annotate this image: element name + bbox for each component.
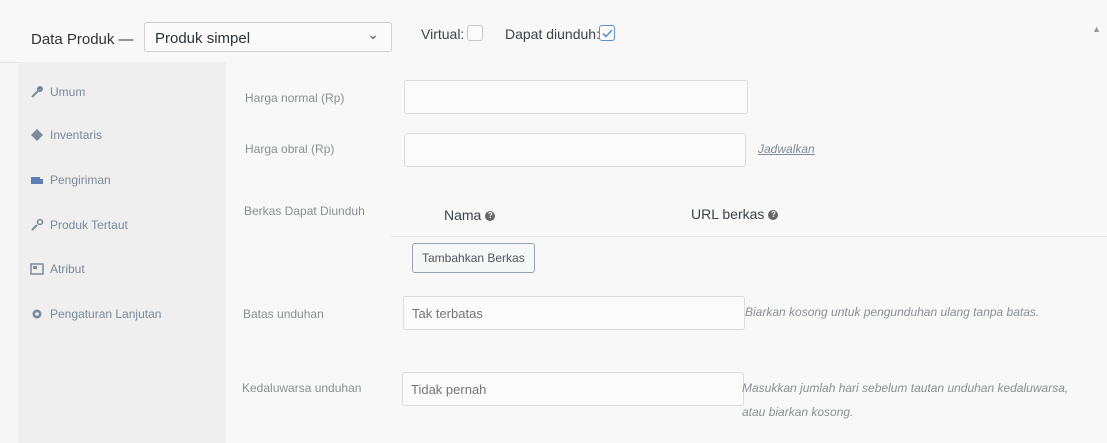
product-data-label: Data Produk — bbox=[31, 31, 134, 48]
add-file-button[interactable]: Tambahkan Berkas bbox=[412, 243, 535, 273]
download-limit-help: Biarkan kosong untuk pengunduhan ulang t… bbox=[745, 305, 1040, 319]
name-column-label: Nama bbox=[444, 207, 482, 223]
tab-label: Produk Tertaut bbox=[50, 218, 128, 232]
downloadable-checkbox[interactable] bbox=[599, 25, 615, 41]
collapse-arrow-icon[interactable]: ▲ bbox=[1092, 24, 1101, 34]
tab-label: Pengiriman bbox=[50, 173, 111, 187]
url-column-label: URL berkas bbox=[691, 206, 765, 222]
wrench-icon bbox=[31, 86, 43, 98]
table-icon bbox=[30, 263, 44, 275]
truck-icon bbox=[31, 177, 43, 184]
help-icon: ? bbox=[768, 210, 779, 221]
checkmark-icon bbox=[602, 29, 613, 38]
download-limit-label: Batas unduhan bbox=[243, 307, 324, 321]
diamond-icon bbox=[31, 129, 43, 141]
sale-price-label: Harga obral (Rp) bbox=[245, 142, 335, 156]
product-data-tabs: Umum Inventaris Pengiriman Produk Tertau… bbox=[18, 62, 226, 443]
virtual-label: Virtual: bbox=[421, 26, 465, 42]
virtual-checkbox[interactable] bbox=[467, 25, 483, 41]
download-limit-input[interactable] bbox=[403, 296, 745, 330]
schedule-link[interactable]: Jadwalkan bbox=[758, 142, 815, 156]
product-data-header: Data Produk — Produk simpel ⌄ Virtual: D… bbox=[0, 0, 1107, 63]
tab-label: Pengaturan Lanjutan bbox=[50, 307, 162, 321]
download-expiry-input[interactable] bbox=[402, 372, 744, 406]
download-expiry-help: Masukkan jumlah hari sebelum tautan undu… bbox=[742, 381, 1069, 419]
downloadable-files-label: Berkas Dapat Diunduh bbox=[244, 204, 365, 218]
product-type-value: Produk simpel bbox=[155, 30, 251, 47]
tab-label: Inventaris bbox=[50, 128, 103, 142]
download-expiry-label: Kedaluwarsa unduhan bbox=[242, 381, 362, 395]
name-column-header: Nama? bbox=[444, 207, 496, 223]
general-tab-content: Harga normal (Rp) Harga obral (Rp) Jadwa… bbox=[226, 62, 1107, 443]
product-type-select[interactable]: Produk simpel ⌄ bbox=[144, 22, 392, 52]
regular-price-input[interactable] bbox=[404, 80, 748, 114]
url-column-header: URL berkas? bbox=[691, 206, 779, 222]
regular-price-label: Harga normal (Rp) bbox=[245, 91, 345, 105]
downloadable-label: Dapat diunduh: bbox=[505, 26, 600, 42]
gear-icon bbox=[32, 309, 42, 319]
tab-label: Atribut bbox=[50, 262, 85, 276]
help-icon: ? bbox=[485, 211, 496, 222]
chevron-down-icon: ⌄ bbox=[367, 26, 379, 42]
divider bbox=[391, 236, 1107, 237]
product-data-panel: Data Produk — Produk simpel ⌄ Virtual: D… bbox=[0, 0, 1107, 443]
sale-price-input[interactable] bbox=[404, 133, 746, 167]
tab-label: Umum bbox=[50, 85, 86, 99]
link-icon bbox=[31, 218, 44, 231]
